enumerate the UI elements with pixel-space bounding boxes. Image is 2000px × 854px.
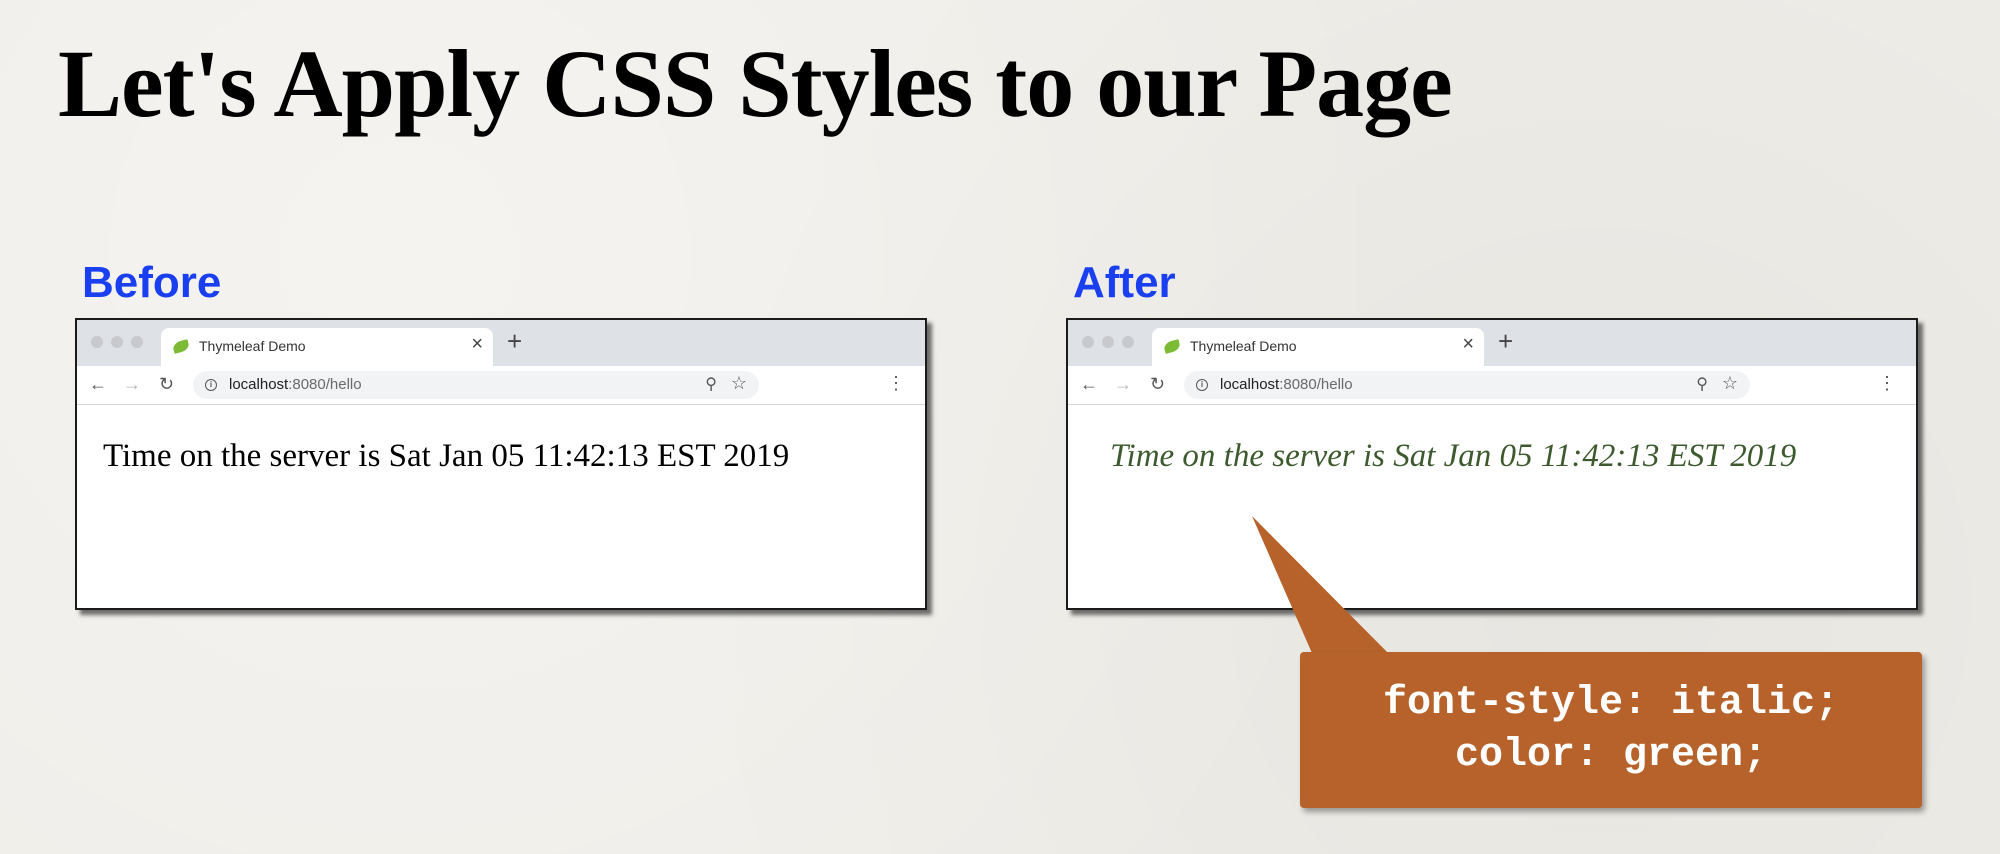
css-callout: font-style: italic; color: green; (1300, 652, 1922, 808)
callout-line-font-style: font-style: italic; (1382, 681, 1840, 726)
callout-line-color: color: green; (1454, 733, 1768, 778)
callout-pointer-shape (1252, 516, 1395, 660)
